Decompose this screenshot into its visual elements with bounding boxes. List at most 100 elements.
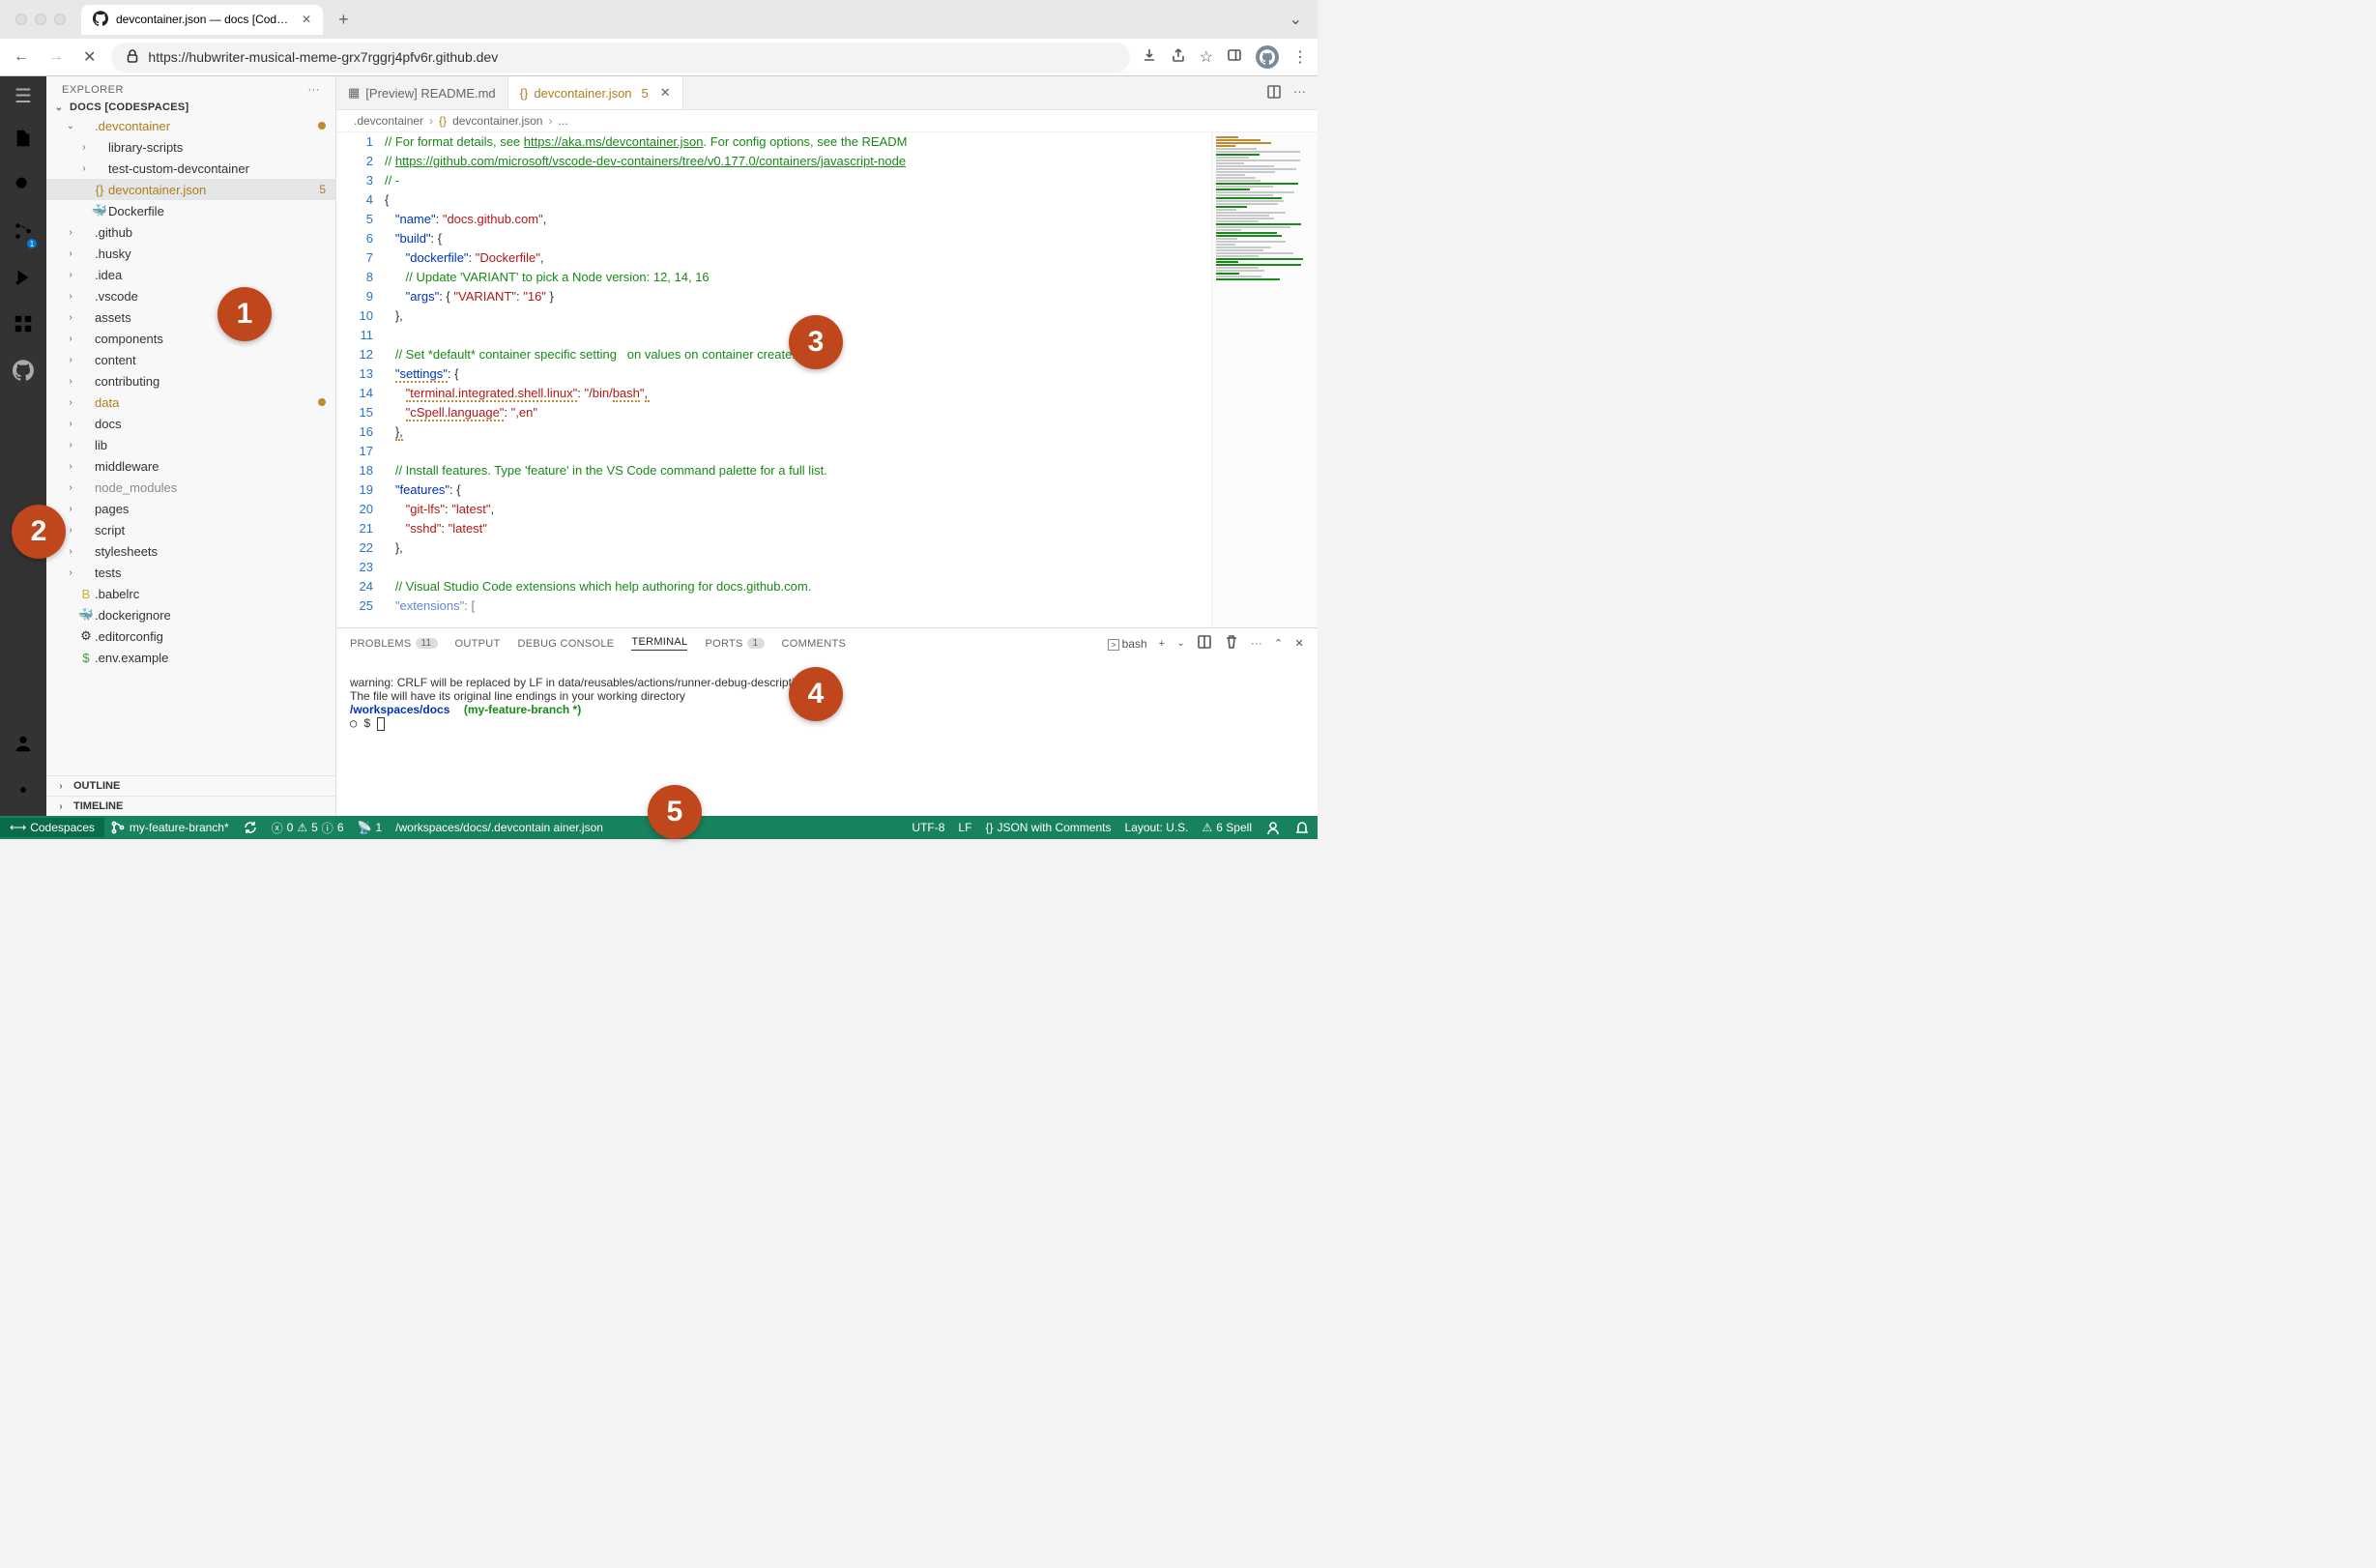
editor-tab[interactable]: ▦[Preview] README.md [336, 76, 508, 109]
outline-section[interactable]: ›OUTLINE [46, 775, 335, 796]
new-tab-button[interactable]: + [331, 10, 357, 30]
tab-terminal[interactable]: TERMINAL [631, 636, 687, 651]
split-editor-icon[interactable] [1266, 84, 1282, 102]
eol[interactable]: LF [958, 821, 971, 834]
code-editor[interactable]: 1234567891011121314151617181920212223242… [336, 132, 1318, 627]
breadcrumb-item[interactable]: .devcontainer [354, 114, 423, 128]
lock-icon [125, 48, 140, 67]
github-icon [93, 11, 108, 29]
spell-check[interactable]: ⚠ 6 Spell [1202, 821, 1252, 834]
tab-comments[interactable]: COMMENTS [782, 638, 847, 650]
feedback-icon[interactable] [1265, 820, 1281, 835]
chevron-down-icon[interactable]: ⌄ [1289, 10, 1310, 29]
file-path[interactable]: /workspaces/docs/.devcontain ainer.json [395, 821, 898, 834]
folder-item[interactable]: ›.github [46, 221, 335, 243]
close-panel-icon[interactable]: ✕ [1294, 637, 1304, 650]
address-bar[interactable]: https://hubwriter-musical-meme-grx7rggrj… [111, 43, 1129, 73]
run-debug-icon[interactable] [13, 267, 34, 294]
folder-item[interactable]: ›assets [46, 306, 335, 328]
maximize-panel-icon[interactable]: ⌃ [1274, 637, 1284, 650]
folder-item[interactable]: ›middleware [46, 455, 335, 477]
folder-item[interactable]: ›test-custom-devcontainer [46, 158, 335, 179]
tab-debug-console[interactable]: DEBUG CONSOLE [518, 638, 615, 650]
menu-icon[interactable]: ☰ [14, 84, 32, 108]
timeline-section[interactable]: ›TIMELINE [46, 796, 335, 816]
folder-item[interactable]: ›components [46, 328, 335, 349]
more-icon[interactable]: ··· [1251, 638, 1262, 650]
file-item[interactable]: {}devcontainer.json5 [46, 179, 335, 200]
browser-tab[interactable]: devcontainer.json — docs [Cod… ✕ [81, 5, 323, 35]
folder-item[interactable]: ⌄.devcontainer [46, 115, 335, 136]
folder-item[interactable]: ›library-scripts [46, 136, 335, 158]
folder-item[interactable]: ›data [46, 392, 335, 413]
search-icon[interactable] [13, 174, 34, 201]
reload-button[interactable]: ✕ [79, 44, 100, 71]
extensions-icon[interactable] [13, 313, 34, 340]
codespaces-button[interactable]: ⟷Codespaces [0, 818, 104, 837]
tab-output[interactable]: OUTPUT [455, 638, 501, 650]
folder-item[interactable]: ›.idea [46, 264, 335, 285]
annotation-3: 3 [789, 315, 843, 369]
workspace-header[interactable]: ⌄ DOCS [CODESPACES] [46, 100, 335, 115]
download-icon[interactable] [1142, 47, 1157, 68]
folder-item[interactable]: ›.husky [46, 243, 335, 264]
file-item[interactable]: 🐳Dockerfile [46, 200, 335, 221]
file-item[interactable]: 🐳.dockerignore [46, 604, 335, 625]
settings-gear-icon[interactable] [13, 779, 34, 806]
new-terminal-icon[interactable]: + [1159, 638, 1166, 650]
browser-tab-title: devcontainer.json — docs [Cod… [116, 13, 288, 26]
folder-item[interactable]: ›node_modules [46, 477, 335, 498]
close-icon[interactable]: ✕ [302, 13, 311, 26]
activity-bar: ☰ 1 [0, 76, 46, 816]
url-text: https://hubwriter-musical-meme-grx7rggrj… [148, 49, 498, 65]
more-icon[interactable]: ··· [1293, 84, 1306, 102]
shell-label[interactable]: >bash [1108, 637, 1146, 651]
source-control-icon[interactable]: 1 [13, 220, 34, 247]
annotation-2: 2 [12, 505, 66, 559]
errors-warnings[interactable]: ⓧ 0 ⚠ 5 ⓘ 6 [272, 820, 344, 836]
breadcrumb-item[interactable]: devcontainer.json [452, 114, 542, 128]
window-controls[interactable] [8, 14, 73, 25]
split-terminal-icon[interactable] [1197, 634, 1212, 653]
chevron-down-icon[interactable]: ⌄ [1176, 638, 1185, 649]
vscode-app: ☰ 1 EXPLORER ··· ⌄ DOCS [CODESPACES] ⌄.d… [0, 76, 1318, 816]
share-icon[interactable] [1171, 47, 1186, 68]
folder-item[interactable]: ›lib [46, 434, 335, 455]
language-mode[interactable]: {} JSON with Comments [985, 821, 1111, 834]
tab-problems[interactable]: PROBLEMS11 [350, 638, 438, 650]
github-icon[interactable] [13, 360, 34, 387]
editor-tab[interactable]: {}devcontainer.json5✕ [508, 76, 683, 109]
forward-button[interactable]: → [44, 44, 68, 70]
folder-item[interactable]: ›docs [46, 413, 335, 434]
more-icon[interactable]: ··· [308, 84, 321, 96]
explorer-icon[interactable] [13, 128, 34, 155]
folder-item[interactable]: ›script [46, 519, 335, 540]
folder-item[interactable]: ›content [46, 349, 335, 370]
folder-item[interactable]: ›.vscode [46, 285, 335, 306]
file-item[interactable]: B.babelrc [46, 583, 335, 604]
minimap[interactable] [1211, 132, 1318, 627]
file-item[interactable]: $.env.example [46, 647, 335, 668]
folder-item[interactable]: ›pages [46, 498, 335, 519]
breadcrumb[interactable]: .devcontainer › {} devcontainer.json › .… [336, 110, 1318, 132]
sync-button[interactable] [243, 820, 258, 835]
keyboard-layout[interactable]: Layout: U.S. [1124, 821, 1188, 834]
annotation-5: 5 [648, 785, 702, 839]
sidebar-toggle-icon[interactable] [1227, 47, 1242, 68]
accounts-icon[interactable] [13, 733, 34, 760]
folder-item[interactable]: ›tests [46, 562, 335, 583]
trash-icon[interactable] [1224, 634, 1239, 653]
bookmark-icon[interactable]: ☆ [1200, 47, 1213, 67]
menu-icon[interactable]: ⋮ [1292, 47, 1308, 67]
folder-item[interactable]: ›stylesheets [46, 540, 335, 562]
encoding[interactable]: UTF-8 [912, 821, 944, 834]
notifications-icon[interactable] [1294, 820, 1310, 835]
breadcrumb-item[interactable]: ... [558, 114, 567, 128]
ports-indicator[interactable]: 📡 1 [358, 821, 383, 834]
folder-item[interactable]: ›contributing [46, 370, 335, 392]
tab-ports[interactable]: PORTS1 [705, 638, 764, 650]
file-item[interactable]: ⚙.editorconfig [46, 625, 335, 647]
back-button[interactable]: ← [10, 44, 33, 70]
profile-avatar[interactable] [1256, 45, 1279, 69]
branch-indicator[interactable]: my-feature-branch* [110, 820, 229, 835]
